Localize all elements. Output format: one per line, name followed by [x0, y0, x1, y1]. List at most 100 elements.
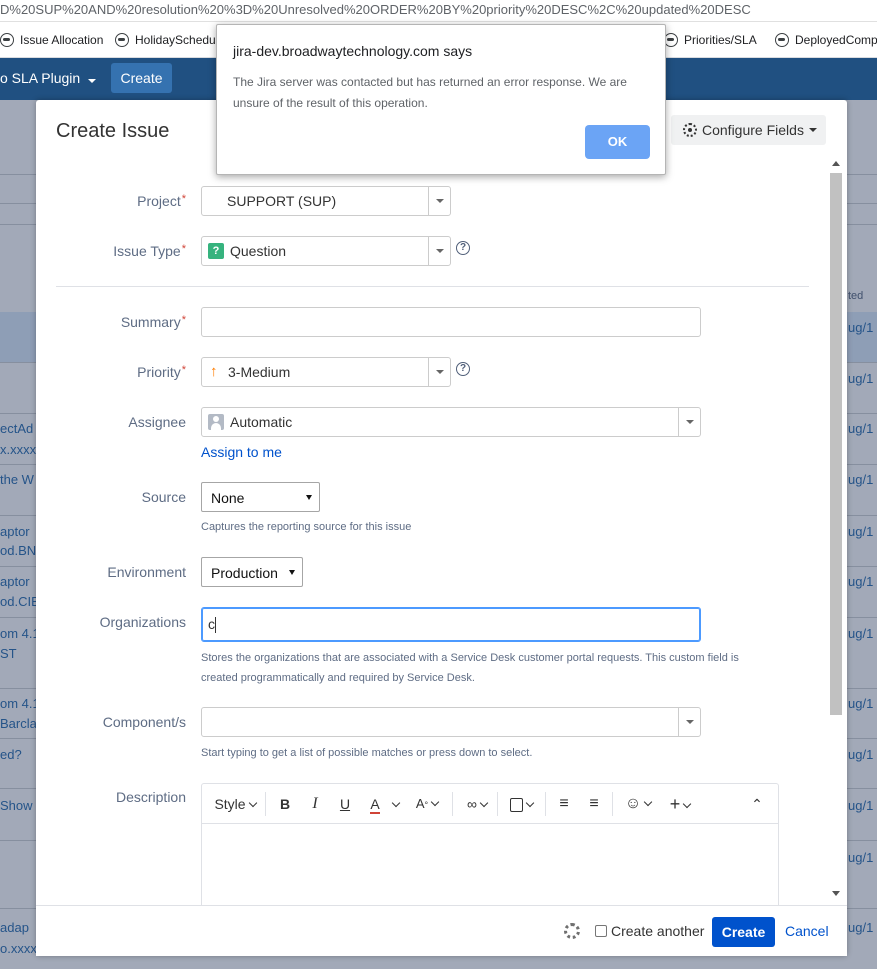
style-label: Style: [214, 796, 246, 812]
source-description: Captures the reporting source for this i…: [201, 521, 412, 533]
dropdown-arrow-icon: [428, 358, 450, 386]
loading-spinner-icon: [564, 923, 580, 939]
text-color-icon[interactable]: A: [367, 792, 383, 816]
gear-icon: [683, 123, 697, 137]
dropdown-arrow-icon: [428, 237, 450, 265]
attachment-glyph: [509, 798, 523, 813]
attachment-icon[interactable]: [505, 792, 537, 816]
organizations-description: Stores the organizations that are associ…: [201, 648, 801, 688]
assignee-value: Automatic: [230, 414, 293, 430]
numbered-list-icon[interactable]: ≡: [586, 792, 602, 816]
priority-label: Priority*: [36, 364, 186, 380]
globe-icon: [664, 33, 678, 47]
collapse-toolbar-icon[interactable]: ⌃: [749, 792, 765, 816]
chevron-down-icon: [88, 79, 97, 83]
text-color-menu[interactable]: [390, 792, 402, 816]
bold-icon[interactable]: B: [277, 792, 293, 816]
sla-plugin-menu[interactable]: o SLA Plugin: [0, 70, 97, 86]
chevron-down-icon: [430, 797, 440, 807]
italic-icon[interactable]: I: [307, 792, 323, 816]
alert-title: jira-dev.broadwaytechnology.com says: [233, 43, 473, 59]
alert-ok-button[interactable]: OK: [585, 125, 650, 159]
organizations-description-line: Stores the organizations that are associ…: [201, 652, 739, 664]
chevron-down-icon: [643, 797, 653, 807]
create-issue-dialog: Create Issue Configure Fields Project* S…: [36, 100, 847, 956]
summary-input[interactable]: [201, 307, 701, 337]
cancel-link[interactable]: Cancel: [785, 923, 829, 939]
arrow-up-icon: ↑: [210, 363, 218, 380]
assignee-label: Assignee: [128, 414, 186, 430]
organizations-description-line: created programmatically and required by…: [201, 672, 475, 684]
text-color-glyph: A: [370, 796, 380, 814]
bookmark-label: Issue Allocation: [20, 33, 104, 47]
text-format-icon[interactable]: A°: [412, 792, 442, 816]
bookmark-deployed-comp[interactable]: DeployedComp: [775, 31, 877, 49]
bookmark-issue-allocation[interactable]: Issue Allocation: [0, 31, 103, 49]
project-value: SUPPORT (SUP): [227, 193, 337, 209]
assign-to-me-link[interactable]: Assign to me: [201, 444, 282, 460]
chevron-down-icon: [525, 798, 534, 808]
environment-value: Production: [211, 565, 278, 581]
organizations-input[interactable]: c: [201, 607, 701, 642]
configure-fields-button[interactable]: Configure Fields: [671, 115, 826, 145]
environment-select[interactable]: Production: [201, 557, 303, 587]
style-dropdown[interactable]: Style: [213, 792, 257, 816]
project-select[interactable]: SUPPORT (SUP): [201, 186, 451, 216]
chevron-down-icon: [479, 798, 489, 808]
chevron-down-icon: [391, 798, 401, 808]
toolbar-separator: [612, 792, 613, 816]
description-editor[interactable]: Style B I U A A° ∞ ≡ ≡ ☺ + ⌃: [201, 783, 779, 905]
section-divider: [56, 286, 809, 287]
bookmark-holiday-schedule[interactable]: HolidaySchedu: [115, 31, 216, 49]
dialog-title: Create Issue: [56, 120, 170, 142]
bullet-list-icon[interactable]: ≡: [556, 792, 572, 816]
alert-message: The Jira server was contacted but has re…: [233, 75, 627, 110]
dialog-body: Project* SUPPORT (SUP) Issue Type* ? Que…: [36, 160, 847, 905]
format-glyph: °: [424, 800, 429, 810]
components-description: Start typing to get a list of possible m…: [201, 747, 533, 759]
dropdown-arrow-icon: [678, 708, 700, 736]
create-another-label[interactable]: Create another: [611, 923, 704, 939]
help-icon[interactable]: ?: [456, 241, 470, 255]
source-select[interactable]: None: [201, 482, 320, 512]
required-marker: *: [181, 364, 186, 376]
required-marker: *: [181, 314, 186, 326]
text-cursor: [215, 617, 216, 634]
insert-more-icon[interactable]: +: [665, 792, 695, 816]
project-label-text: Project: [137, 193, 181, 209]
bookmark-label: DeployedComp: [795, 33, 877, 47]
description-label: Description: [115, 789, 186, 805]
link-icon[interactable]: ∞: [462, 792, 492, 816]
help-icon[interactable]: ?: [456, 362, 470, 376]
bookmark-priorities-sla[interactable]: Priorities/SLA: [664, 31, 757, 49]
create-another-checkbox[interactable]: [595, 925, 607, 937]
dropdown-arrow-icon: [678, 408, 700, 436]
question-type-icon: ?: [208, 243, 224, 259]
bookmark-label: HolidaySchedu: [135, 33, 216, 47]
components-input[interactable]: [201, 707, 701, 737]
browser-alert-dialog: jira-dev.broadwaytechnology.com says The…: [216, 24, 666, 175]
header-create-button[interactable]: Create: [111, 63, 172, 93]
toolbar-separator: [452, 792, 453, 816]
underline-icon[interactable]: U: [337, 792, 353, 816]
globe-icon: [775, 33, 789, 47]
dropdown-arrow-icon: [428, 187, 450, 215]
project-label: Project*: [36, 193, 186, 209]
create-button[interactable]: Create: [712, 917, 775, 947]
emoji-icon[interactable]: ☺: [622, 792, 654, 816]
required-marker: *: [181, 193, 186, 205]
toolbar-separator: [497, 792, 498, 816]
url-text: D%20SUP%20AND%20resolution%20%3D%20Unres…: [0, 2, 751, 17]
sla-plugin-label: o SLA Plugin: [0, 70, 81, 86]
priority-select[interactable]: ↑ 3-Medium: [201, 357, 451, 387]
issue-type-select[interactable]: ? Question: [201, 236, 451, 266]
toolbar-separator: [265, 792, 266, 816]
assignee-select[interactable]: Automatic: [201, 407, 701, 437]
priority-label-text: Priority: [137, 364, 181, 380]
user-avatar-icon: [208, 414, 224, 430]
source-label: Source: [141, 489, 186, 505]
address-bar[interactable]: D%20SUP%20AND%20resolution%20%3D%20Unres…: [0, 0, 877, 22]
environment-label: Environment: [107, 564, 186, 580]
chevron-down-icon: [808, 128, 817, 132]
chevron-down-icon: [248, 798, 257, 808]
